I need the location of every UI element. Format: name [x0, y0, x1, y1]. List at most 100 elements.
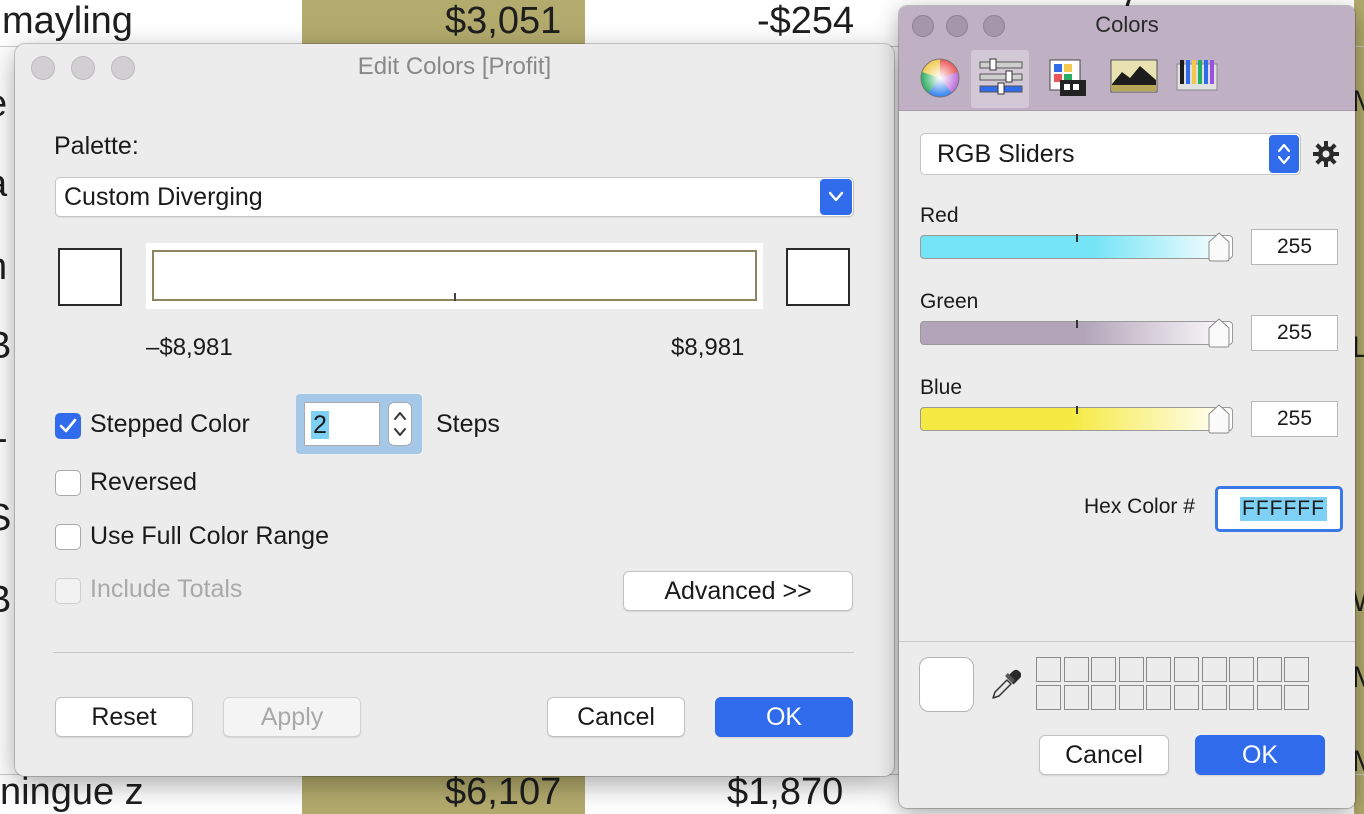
color-ramp — [152, 250, 757, 301]
use-full-color-range-label: Use Full Color Range — [90, 522, 329, 550]
colors-panel: Colors RGB Sliders Red 255 Green 255 Blu… — [899, 6, 1355, 808]
sales-cell: $3,051 — [445, 0, 562, 42]
include-totals-label: Include Totals — [90, 575, 243, 603]
tab-color-palettes[interactable] — [1039, 50, 1097, 108]
reversed-checkbox[interactable] — [55, 470, 81, 496]
red-value-field[interactable]: 255 — [1251, 229, 1338, 265]
custom-color-swatch[interactable] — [1146, 685, 1172, 710]
stepped-color-checkbox[interactable] — [55, 413, 81, 439]
red-slider[interactable] — [920, 234, 1233, 259]
partial-cell-text: a — [0, 162, 7, 206]
use-full-color-range-checkbox[interactable] — [55, 524, 81, 550]
custom-color-swatch[interactable] — [1036, 657, 1061, 682]
custom-color-swatch[interactable] — [1091, 685, 1117, 710]
color-mode-value: RGB Sliders — [937, 140, 1075, 168]
ok-button[interactable]: OK — [715, 697, 853, 737]
customer-name-cell: ningue z — [0, 771, 144, 813]
custom-color-swatch[interactable] — [1091, 657, 1117, 682]
slider-midpoint-tick — [1076, 406, 1078, 414]
custom-color-swatch[interactable] — [1118, 657, 1144, 682]
custom-color-swatch[interactable] — [1063, 657, 1089, 682]
ramp-midpoint-marker — [454, 293, 456, 301]
custom-color-swatch[interactable] — [1256, 685, 1282, 710]
slider-midpoint-tick — [1076, 234, 1078, 242]
end-color-swatch[interactable] — [786, 248, 850, 306]
steps-input[interactable]: 2 — [304, 402, 380, 446]
hex-color-value: FFFFFF — [1240, 497, 1327, 521]
red-slider-knob[interactable] — [1207, 232, 1231, 262]
range-max-label: $8,981 — [671, 334, 745, 361]
tab-pencils[interactable] — [1167, 50, 1225, 108]
partial-cell-text: S — [0, 496, 11, 540]
colors-cancel-button[interactable]: Cancel — [1039, 735, 1169, 775]
green-slider[interactable] — [920, 320, 1233, 345]
dialog-separator — [53, 652, 854, 653]
green-value-field[interactable]: 255 — [1251, 315, 1338, 351]
color-palettes-icon — [1049, 59, 1086, 96]
custom-color-swatch[interactable] — [1174, 685, 1199, 710]
steps-stepper[interactable] — [388, 402, 412, 446]
panel-separator — [899, 641, 1355, 642]
blue-value-field[interactable]: 255 — [1251, 401, 1338, 437]
color-mode-select[interactable]: RGB Sliders — [920, 133, 1301, 175]
updown-chevron-icon[interactable] — [1269, 135, 1299, 173]
colors-panel-toolbar: Colors — [899, 6, 1355, 111]
tab-image-palettes[interactable] — [1103, 50, 1161, 108]
current-color-well[interactable] — [919, 657, 974, 712]
custom-color-swatch[interactable] — [1284, 685, 1310, 710]
custom-color-swatch[interactable] — [1229, 657, 1255, 682]
palette-label: Palette: — [54, 132, 139, 160]
start-color-swatch[interactable] — [58, 248, 122, 306]
sales-cell: $6,107 — [445, 771, 562, 813]
apply-button[interactable]: Apply — [223, 697, 361, 737]
stepper-arrows-icon — [394, 412, 406, 436]
reversed-label: Reversed — [90, 468, 197, 496]
cancel-button[interactable]: Cancel — [547, 697, 685, 737]
blue-slider[interactable] — [920, 406, 1233, 431]
eyedropper-icon[interactable] — [989, 666, 1021, 702]
advanced-button[interactable]: Advanced >> — [623, 571, 853, 611]
custom-color-swatch[interactable] — [1229, 685, 1255, 710]
profit-cell: $1,870 — [727, 771, 844, 813]
include-totals-checkbox[interactable] — [55, 578, 81, 604]
pencils-icon — [1176, 60, 1218, 91]
red-label: Red — [920, 204, 959, 227]
checkmark-icon — [59, 418, 77, 433]
hex-color-input[interactable]: FFFFFF — [1215, 486, 1343, 532]
tab-color-wheel[interactable] — [911, 50, 969, 108]
green-slider-knob[interactable] — [1207, 318, 1231, 348]
steps-input-value: 2 — [311, 411, 329, 439]
custom-color-swatch[interactable] — [1201, 685, 1227, 710]
range-min-label: –$8,981 — [146, 334, 233, 361]
custom-color-swatch[interactable] — [1118, 685, 1144, 710]
color-ramp-frame — [146, 243, 763, 309]
dialog-title: Edit Colors [Profit] — [357, 53, 552, 80]
slider-midpoint-tick — [1076, 320, 1078, 328]
tab-color-sliders[interactable] — [971, 50, 1029, 108]
dialog-titlebar: Edit Colors [Profit] — [15, 44, 894, 90]
custom-color-swatch[interactable] — [1284, 657, 1310, 682]
custom-color-swatch[interactable] — [1036, 685, 1061, 710]
color-wheel-icon — [920, 58, 960, 98]
custom-color-swatch[interactable] — [1146, 657, 1172, 682]
custom-color-swatch[interactable] — [1201, 657, 1227, 682]
image-palettes-icon — [1110, 59, 1158, 93]
blue-slider-knob[interactable] — [1207, 404, 1231, 434]
stepped-color-label: Stepped Color — [90, 410, 250, 438]
palette-select[interactable]: Custom Diverging — [55, 177, 854, 217]
reset-button[interactable]: Reset — [55, 697, 193, 737]
color-sliders-icon — [979, 58, 1023, 95]
custom-color-swatch[interactable] — [1063, 685, 1089, 710]
colors-ok-button[interactable]: OK — [1195, 735, 1325, 775]
profit-cell: -$254 — [757, 0, 855, 42]
partial-cell-text: B — [0, 324, 11, 368]
colors-panel-title: Colors — [1095, 12, 1159, 37]
green-label: Green — [920, 290, 979, 313]
custom-color-swatch[interactable] — [1256, 657, 1282, 682]
blue-label: Blue — [920, 376, 963, 399]
gear-icon[interactable] — [1312, 140, 1340, 168]
partial-cell-text: e — [0, 82, 7, 126]
steps-label: Steps — [436, 410, 500, 438]
chevron-down-icon[interactable] — [820, 179, 852, 215]
custom-color-swatch[interactable] — [1174, 657, 1199, 682]
